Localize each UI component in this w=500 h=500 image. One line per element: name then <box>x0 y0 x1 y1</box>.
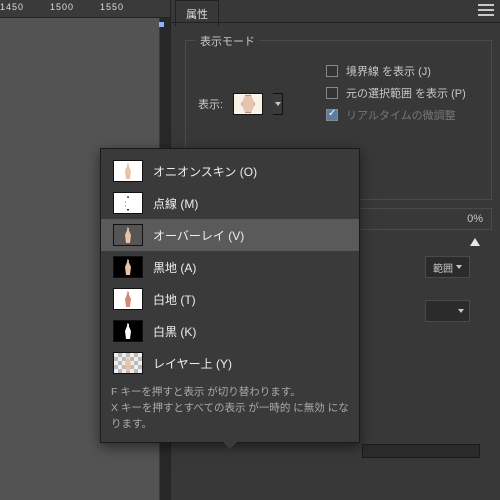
checkbox-show-bounds[interactable] <box>326 65 338 77</box>
ruler-mark: 1500 <box>50 2 74 12</box>
display-mode-popup: オニオンスキン (O) 点線 (M) オーバーレイ (V) 黒地 (A) 白地 … <box>100 148 360 443</box>
popup-item-marching-ants[interactable]: 点線 (M) <box>101 187 359 219</box>
thumb-icon <box>113 288 143 310</box>
popup-item-label: オニオンスキン (O) <box>153 163 257 180</box>
thumb-icon <box>113 192 143 214</box>
opacity-field[interactable]: 0% <box>340 208 492 230</box>
thumb-icon <box>113 256 143 278</box>
checkbox-label: 元の選択範囲 を表示 (P) <box>346 85 466 101</box>
checkbox-label: 境界線 を表示 (J) <box>346 63 431 79</box>
popup-hint-1: F キーを押すと表示 が切り替わります。 <box>111 385 349 401</box>
range-dropdown-label: 範囲 <box>433 260 453 275</box>
display-swatch <box>233 93 263 115</box>
thumb-icon <box>113 224 143 246</box>
display-dropdown-chevron-icon[interactable] <box>273 93 283 115</box>
checkbox-show-original[interactable] <box>326 87 338 99</box>
ruler-mark: 1450 <box>0 2 24 12</box>
popup-item-label: 白黒 (K) <box>153 323 196 340</box>
popup-footer: F キーを押すと表示 が切り替わります。 X キーを押すとすべての表示 が一時的… <box>101 379 359 436</box>
group-title: 表示モード <box>196 33 259 49</box>
thumb-icon <box>113 320 143 342</box>
secondary-dropdown[interactable] <box>425 300 470 322</box>
popup-item-label: オーバーレイ (V) <box>153 227 244 244</box>
popup-item-overlay[interactable]: オーバーレイ (V) <box>101 219 359 251</box>
range-dropdown[interactable]: 範囲 <box>425 256 470 278</box>
popup-hint-2: X キーを押すとすべての表示 が一時的 に無効 になります。 <box>111 401 349 433</box>
popup-item-black-white[interactable]: 白黒 (K) <box>101 315 359 347</box>
popup-item-on-black[interactable]: 黒地 (A) <box>101 251 359 283</box>
bottom-field[interactable] <box>362 444 480 458</box>
popup-item-label: 点線 (M) <box>153 195 198 212</box>
popup-item-label: 黒地 (A) <box>153 259 196 276</box>
ruler: 1450 1500 1550 <box>0 0 170 18</box>
popup-item-label: レイヤー上 (Y) <box>153 355 232 372</box>
slider-thumb-icon[interactable] <box>470 238 480 246</box>
popup-item-onion-skin[interactable]: オニオンスキン (O) <box>101 155 359 187</box>
thumb-icon <box>113 352 143 374</box>
display-label: 表示: <box>198 96 223 112</box>
popup-arrow-icon <box>223 442 237 449</box>
ruler-mark: 1550 <box>100 2 124 12</box>
opacity-value: 0% <box>467 213 483 225</box>
popup-item-on-white[interactable]: 白地 (T) <box>101 283 359 315</box>
thumb-icon <box>113 160 143 182</box>
checkbox-label: リアルタイムの微調整 <box>346 107 456 123</box>
popup-item-label: 白地 (T) <box>153 291 196 308</box>
checkbox-realtime-tune <box>326 109 338 121</box>
canvas-marker <box>159 22 164 27</box>
panel-menu-icon[interactable] <box>478 4 494 16</box>
popup-item-on-layers[interactable]: レイヤー上 (Y) <box>101 347 359 379</box>
